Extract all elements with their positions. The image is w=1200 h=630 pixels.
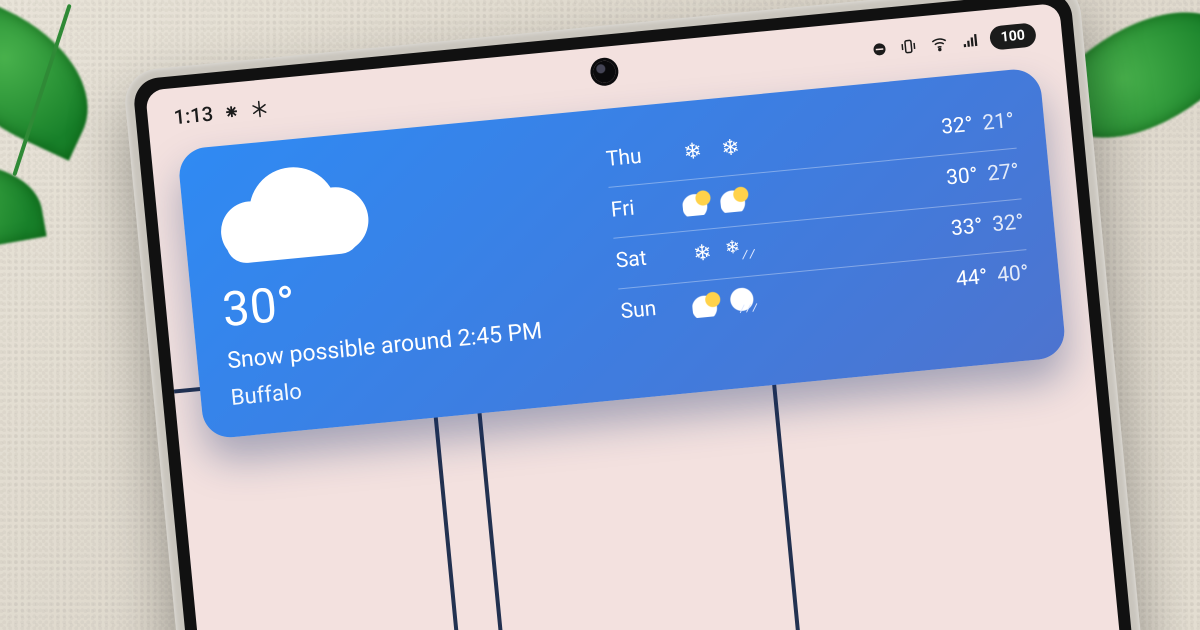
dnd-icon <box>870 39 890 59</box>
snow-icon <box>714 134 746 163</box>
forecast-hilo: 30° 27° <box>945 160 1020 191</box>
cloud-sun-icon <box>681 188 713 217</box>
forecast-icons <box>677 116 929 166</box>
forecast-list: Thu 32° 21° Fri 30° 27° Sat 33° 32° Sun 44° 40° <box>604 98 1035 373</box>
vibrate-icon <box>898 37 920 57</box>
forecast-high: 30° <box>945 164 979 191</box>
cloud-icon <box>209 161 367 270</box>
wifi-icon <box>927 34 951 54</box>
forecast-low: 32° <box>991 210 1025 237</box>
forecast-low: 40° <box>996 261 1030 288</box>
cloud-rain-icon <box>729 286 761 315</box>
phone-frame: 1:13 <box>122 0 1183 630</box>
forecast-low: 27° <box>986 160 1020 187</box>
status-time: 1:13 <box>173 102 214 130</box>
forecast-hilo: 33° 32° <box>950 210 1025 241</box>
signal-icon <box>959 31 981 51</box>
phone-bezel: 1:13 <box>132 0 1173 630</box>
cloud-sun-icon <box>719 184 751 213</box>
battery-pill: 100 <box>989 22 1037 50</box>
forecast-day-label: Fri <box>610 193 670 222</box>
photo-backdrop: 1:13 <box>0 0 1200 630</box>
forecast-day-label: Sun <box>620 295 680 324</box>
forecast-low: 21° <box>982 109 1016 136</box>
snow-icon <box>686 239 718 268</box>
snow-icon <box>677 137 709 166</box>
forecast-hilo: 44° 40° <box>955 261 1030 292</box>
forecast-day-label: Sat <box>615 244 675 273</box>
forecast-day-label: Thu <box>605 143 665 172</box>
weather-widget[interactable]: 30° Snow possible around 2:45 PM Buffalo… <box>177 67 1067 440</box>
backdrop-leaf <box>0 148 47 263</box>
snowflake-icon <box>250 99 270 119</box>
forecast-high: 44° <box>955 265 989 292</box>
cloud-sun-icon <box>691 290 723 319</box>
forecast-hilo: 32° 21° <box>940 109 1015 140</box>
phone-screen: 1:13 <box>145 3 1160 630</box>
snow-rain-icon <box>724 235 756 264</box>
slack-icon <box>222 102 242 122</box>
backdrop-leaf <box>0 0 115 161</box>
forecast-high: 33° <box>950 214 984 241</box>
forecast-high: 32° <box>940 113 974 140</box>
